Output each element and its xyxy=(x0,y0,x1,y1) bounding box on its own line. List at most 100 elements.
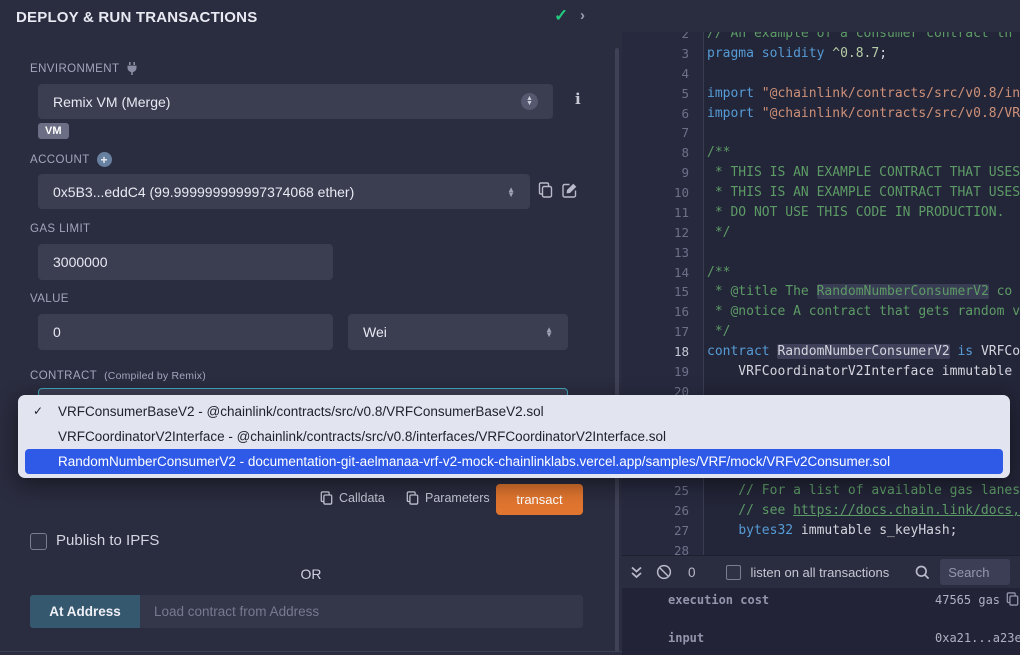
line-number: 9 xyxy=(622,163,689,183)
calldata-label: Calldata xyxy=(339,491,385,505)
contract-option[interactable]: VRFCoordinatorV2Interface - @chainlink/c… xyxy=(18,424,1010,449)
line-number: 8 xyxy=(622,143,689,163)
line-number: 4 xyxy=(622,64,689,84)
copy-calldata-icon[interactable] xyxy=(320,491,333,505)
line-number: 28 xyxy=(622,541,689,555)
account-label: ACCOUNT + xyxy=(30,152,112,167)
terminal-collapse-chevrons-icon[interactable] xyxy=(630,565,643,580)
line-number: 15 xyxy=(622,282,689,302)
line-number: 10 xyxy=(622,183,689,203)
terminal-search-icon xyxy=(915,565,930,580)
terminal-row-value: 47565 gas xyxy=(935,593,1000,607)
terminal-row-label: input xyxy=(668,631,704,645)
chevron-updown-icon: ▲▼ xyxy=(507,187,515,197)
line-number: 3 xyxy=(622,44,689,64)
code-line: 27 bytes32 immutable s_keyHash; xyxy=(622,521,1020,541)
code-line: 8/** xyxy=(622,143,1020,163)
code-line: 12 */ xyxy=(622,223,1020,243)
at-address-button[interactable]: At Address xyxy=(30,595,140,628)
clear-console-ban-icon[interactable] xyxy=(656,564,672,580)
or-separator: OR xyxy=(0,566,622,582)
code-line: 7 xyxy=(622,123,1020,143)
publish-ipfs-checkbox[interactable] xyxy=(30,533,47,550)
line-number: 18 xyxy=(622,342,689,362)
panel-bottom-divider xyxy=(0,651,622,652)
at-address-input[interactable] xyxy=(140,595,583,628)
remix-ide-window: DEPLOY & RUN TRANSACTIONS ✓ › ENVIRONMEN… xyxy=(0,0,1020,655)
terminal-search-input[interactable] xyxy=(940,559,1010,585)
contract-label-sub: (Compiled by Remix) xyxy=(104,370,206,382)
environment-label: ENVIRONMENT xyxy=(30,62,138,75)
code-line: 11 * DO NOT USE THIS CODE IN PRODUCTION. xyxy=(622,203,1020,223)
line-number: 6 xyxy=(622,104,689,124)
terminal-row-label: execution cost xyxy=(668,593,769,607)
panel-collapse-chevron-icon[interactable]: › xyxy=(580,7,585,24)
value-unit: Wei xyxy=(363,324,387,340)
chevron-updown-icon: ▲▼ xyxy=(545,327,553,337)
line-number: 25 xyxy=(622,481,689,501)
code-line: 10 * THIS IS AN EXAMPLE CONTRACT THAT US… xyxy=(622,183,1020,203)
value-input[interactable]: 0 xyxy=(38,314,333,350)
code-line: 14/** xyxy=(622,263,1020,283)
calldata-action[interactable]: Calldata xyxy=(320,491,385,505)
code-line: 5import "@chainlink/contracts/src/v0.8/i… xyxy=(622,84,1020,104)
contract-option-label: VRFConsumerBaseV2 - @chainlink/contracts… xyxy=(58,404,544,419)
add-account-icon[interactable]: + xyxy=(97,152,112,167)
account-value: 0x5B3...eddC4 (99.999999999997374068 eth… xyxy=(53,184,354,200)
vm-badge: VM xyxy=(38,123,69,139)
plug-icon xyxy=(126,62,138,75)
code-line: 15 * @title The RandomNumberConsumerV2 c… xyxy=(622,282,1020,302)
code-line: 9 * THIS IS AN EXAMPLE CONTRACT THAT USE… xyxy=(622,163,1020,183)
copy-icon[interactable] xyxy=(1006,592,1019,606)
parameters-label: Parameters xyxy=(425,491,490,505)
contract-option[interactable]: RandomNumberConsumerV2 - documentation-g… xyxy=(25,449,1003,474)
line-number: 12 xyxy=(622,223,689,243)
terminal-output: execution cost 47565 gas input 0xa21...a23e… xyxy=(622,588,1020,655)
transact-button[interactable]: transact xyxy=(496,484,583,515)
selected-check-icon: ✓ xyxy=(33,399,43,424)
contract-option[interactable]: ✓ VRFConsumerBaseV2 - @chainlink/contract… xyxy=(18,399,1010,424)
panel-title: DEPLOY & RUN TRANSACTIONS xyxy=(16,9,257,26)
code-line: 16 * @notice A contract that gets random… xyxy=(622,302,1020,322)
line-number: 7 xyxy=(622,123,689,143)
code-line: 6import "@chainlink/contracts/src/v0.8/V… xyxy=(622,104,1020,124)
publish-ipfs-label: Publish to IPFS xyxy=(56,532,159,549)
copy-account-icon[interactable] xyxy=(538,182,553,198)
code-line: 17 */ xyxy=(622,322,1020,342)
line-number: 14 xyxy=(622,263,689,283)
contract-label: CONTRACT (Compiled by Remix) xyxy=(30,370,206,382)
listen-all-transactions-label: listen on all transactions xyxy=(751,565,890,580)
editor-toolbar: Home S VRFv2Consumer.sol ✕ xyxy=(622,0,1020,32)
code-line: 4 xyxy=(622,64,1020,84)
deploy-run-panel: DEPLOY & RUN TRANSACTIONS ✓ › ENVIRONMEN… xyxy=(0,0,622,655)
line-number: 2 xyxy=(622,32,689,44)
listen-all-transactions-checkbox[interactable] xyxy=(726,565,741,580)
edit-account-icon[interactable] xyxy=(562,182,578,198)
terminal-toolbar: 0 listen on all transactions xyxy=(622,555,1020,588)
code-line: 2// An example of a consumer contract th xyxy=(622,32,1020,44)
chevron-updown-icon: ▲▼ xyxy=(521,93,538,110)
code-line: 18contract RandomNumberConsumerV2 is VRF… xyxy=(622,342,1020,362)
line-number: 27 xyxy=(622,521,689,541)
line-number: 17 xyxy=(622,322,689,342)
terminal-badge-count: 0 xyxy=(688,565,696,580)
gas-limit-value: 3000000 xyxy=(53,254,108,270)
contract-dropdown-menu: ✓ VRFConsumerBaseV2 - @chainlink/contract… xyxy=(18,395,1010,478)
environment-value: Remix VM (Merge) xyxy=(53,94,170,110)
parameters-action[interactable]: Parameters xyxy=(406,491,490,505)
left-panel-scrollbar[interactable] xyxy=(615,48,619,652)
line-number: 19 xyxy=(622,362,689,382)
copy-parameters-icon[interactable] xyxy=(406,491,419,505)
value-unit-select[interactable]: Wei ▲▼ xyxy=(348,314,568,350)
environment-select[interactable]: Remix VM (Merge) ▲▼ xyxy=(38,84,553,119)
compile-success-check-icon: ✓ xyxy=(554,6,568,26)
value-amount: 0 xyxy=(53,324,61,340)
gas-limit-input[interactable]: 3000000 xyxy=(38,244,333,280)
code-line: 28 xyxy=(622,541,1020,555)
environment-info-icon[interactable]: i xyxy=(575,90,581,108)
value-label: VALUE xyxy=(30,293,69,305)
terminal-row-value: 0xa21...a23e4 xyxy=(935,631,1020,645)
contract-option-label: RandomNumberConsumerV2 - documentation-g… xyxy=(58,454,890,469)
line-number: 16 xyxy=(622,302,689,322)
account-select[interactable]: 0x5B3...eddC4 (99.999999999997374068 eth… xyxy=(38,174,530,209)
